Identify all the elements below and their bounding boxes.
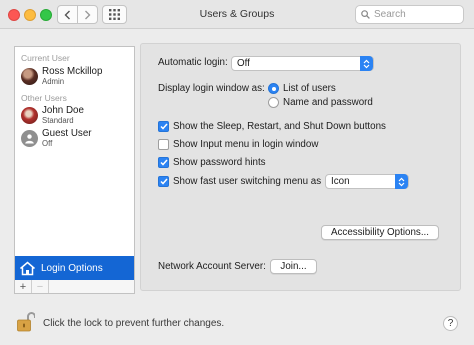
title-bar: Users & Groups — [0, 0, 474, 29]
automatic-login-row: Automatic login: — [158, 57, 228, 68]
sidebar-item-login-options[interactable]: Login Options — [15, 256, 134, 280]
checkbox-label: Show Input menu in login window — [173, 139, 319, 150]
checkmark-icon — [159, 178, 168, 185]
remove-user-button[interactable]: − — [32, 280, 49, 293]
user-role: Admin — [42, 77, 65, 86]
sidebar-user-ross[interactable]: Ross Mckillop Admin — [21, 66, 133, 86]
checkmark-icon — [159, 159, 168, 166]
lock-button[interactable] — [17, 311, 36, 336]
sidebar-user-guest[interactable]: Guest User Off — [21, 128, 133, 148]
display-login-label: Display login window as: — [158, 83, 265, 94]
help-button[interactable]: ? — [443, 316, 458, 331]
house-icon — [20, 261, 35, 275]
updown-arrows-icon — [395, 174, 408, 189]
join-button[interactable]: Join... — [270, 259, 317, 274]
avatar — [21, 67, 38, 85]
sidebar-user-john[interactable]: John Doe Standard — [21, 105, 133, 125]
display-login-row: Display login window as: — [158, 83, 265, 94]
checkmark-icon — [159, 123, 168, 130]
user-name: Ross Mckillop — [42, 66, 103, 77]
user-role: Off — [42, 139, 53, 148]
avatar — [21, 106, 38, 124]
user-name: John Doe — [42, 105, 84, 116]
radio-name-and-password-label: Name and password — [283, 97, 373, 108]
checkbox-label: Show fast user switching menu as — [173, 176, 322, 187]
current-user-heading: Current User — [21, 53, 70, 63]
accessibility-options-button[interactable]: Accessibility Options... — [321, 225, 439, 240]
radio-list-of-users[interactable]: List of users — [268, 83, 336, 94]
radio-list-of-users-label: List of users — [283, 83, 336, 94]
checkbox-label: Show password hints — [173, 157, 266, 168]
lock-hint-text: Click the lock to prevent further change… — [43, 318, 225, 329]
updown-arrows-icon — [360, 56, 373, 71]
add-user-button[interactable]: + — [15, 280, 32, 293]
search-input[interactable] — [374, 9, 462, 20]
checkbox[interactable] — [158, 139, 169, 150]
checkbox-fast-user-switching[interactable]: Show fast user switching menu as — [158, 176, 321, 187]
fast-user-switching-popup[interactable]: Icon — [325, 174, 409, 189]
checkbox-checked[interactable] — [158, 176, 169, 187]
automatic-login-value: Off — [237, 58, 250, 69]
checkbox-checked[interactable] — [158, 121, 169, 132]
login-options-label: Login Options — [41, 262, 103, 274]
automatic-login-popup[interactable]: Off — [231, 56, 374, 71]
checkbox-checked[interactable] — [158, 157, 169, 168]
checkbox-password-hints[interactable]: Show password hints — [158, 157, 266, 168]
checkbox-sleep-restart[interactable]: Show the Sleep, Restart, and Shut Down b… — [158, 121, 386, 132]
fast-user-switching-value: Icon — [331, 176, 350, 187]
guest-avatar-icon — [21, 129, 38, 147]
user-name: Guest User — [42, 128, 92, 139]
user-role: Standard — [42, 116, 74, 125]
automatic-login-label: Automatic login: — [158, 57, 228, 68]
users-sidebar: Current User Ross Mckillop Admin Other U… — [14, 46, 135, 281]
network-account-label: Network Account Server: — [158, 261, 266, 272]
other-users-heading: Other Users — [21, 93, 67, 103]
add-remove-bar: + − — [14, 280, 135, 294]
network-account-row: Network Account Server: — [158, 261, 266, 272]
radio-button[interactable] — [268, 97, 279, 108]
checkbox-input-menu[interactable]: Show Input menu in login window — [158, 139, 318, 150]
checkbox-label: Show the Sleep, Restart, and Shut Down b… — [173, 121, 386, 132]
search-field[interactable] — [355, 5, 464, 24]
radio-button-selected[interactable] — [268, 83, 279, 94]
unlocked-padlock-icon — [17, 312, 36, 332]
radio-name-and-password[interactable]: Name and password — [268, 97, 373, 108]
search-icon — [361, 10, 370, 19]
